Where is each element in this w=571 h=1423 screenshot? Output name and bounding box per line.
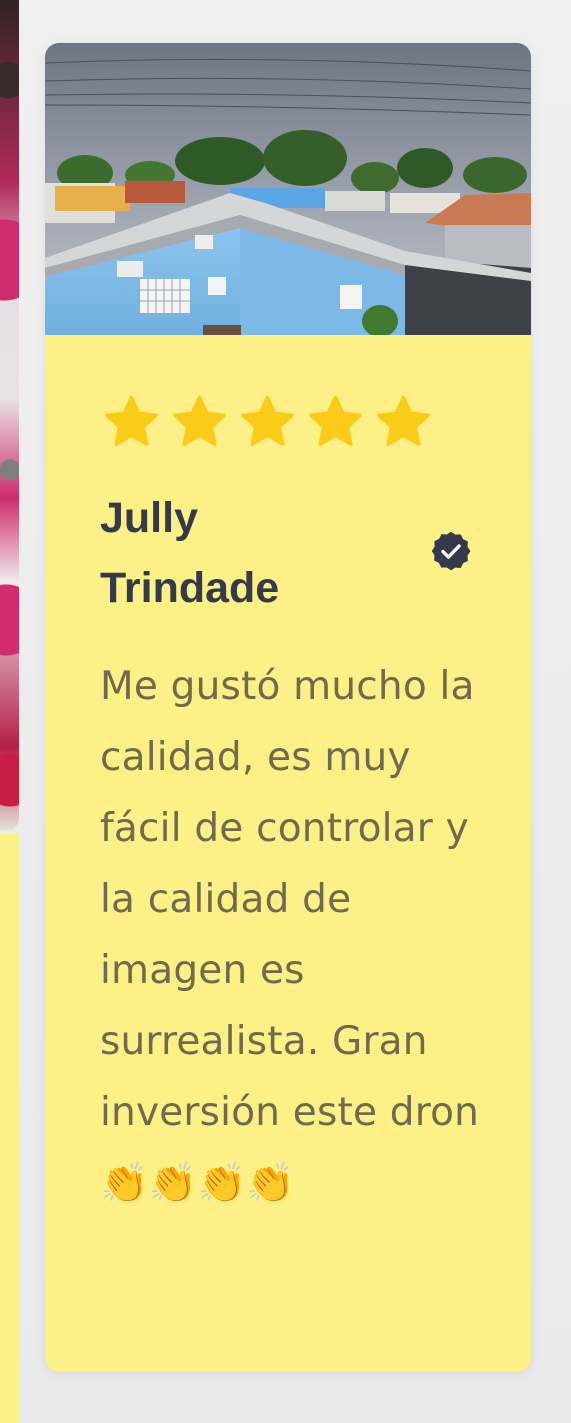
author-name: Jully Trindade <box>100 494 280 612</box>
star-icon <box>377 395 430 446</box>
review-carousel: Jully Trindade Me gustó mucho la calidad… <box>0 0 571 1423</box>
review-card[interactable]: Jully Trindade Me gustó mucho la calidad… <box>45 43 531 1372</box>
star-icon <box>105 395 158 446</box>
star-rating <box>102 393 433 451</box>
review-content: Jully Trindade Me gustó mucho la calidad… <box>45 335 531 1372</box>
star-icon <box>309 395 362 446</box>
previous-review-photo <box>0 0 19 830</box>
previous-review-card[interactable] <box>0 0 19 1423</box>
verified-badge-icon <box>431 531 471 571</box>
review-photo <box>45 43 531 335</box>
previous-review-content <box>0 833 19 1423</box>
review-text: Me gustó mucho la calidad, es muy fácil … <box>100 664 480 1206</box>
star-icon <box>241 395 294 446</box>
star-icon <box>173 395 226 446</box>
author-row: Jully Trindade <box>100 483 480 623</box>
